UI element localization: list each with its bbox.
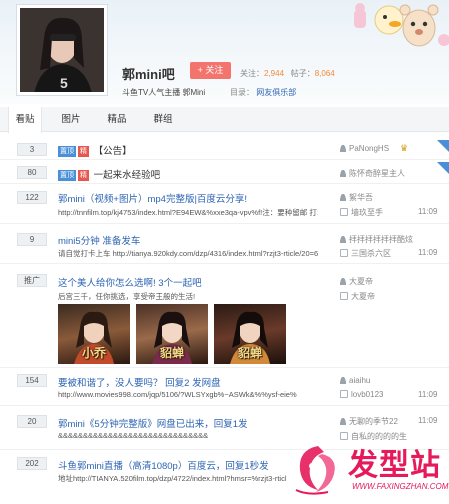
thread-title[interactable]: 一起来水经验吧 [94,170,161,181]
thread-row[interactable]: 80 置顶精 一起来水经验吧 陈怀奇醉星主人 [0,162,449,184]
game-thumbnail[interactable]: 貂蝉 [214,304,286,364]
thread-author[interactable]: 陈怀奇醉星主人 [340,168,405,179]
reply-count: 154 [17,374,47,387]
thumbnail-caption: 貂蝉 [159,346,184,360]
top-tag: 置顶 [58,146,76,157]
crown-icon: ♛ [400,143,409,153]
reply-count: 80 [17,166,47,179]
reply-count: 202 [17,457,47,470]
last-replier[interactable]: 三国杀六区 [340,248,391,259]
members-label: 关注： [240,69,264,78]
top-tag: 置顶 [58,170,76,181]
reply-count: 20 [17,415,47,428]
last-replier[interactable]: 大夏帝 [340,291,375,302]
thread-title[interactable]: 【公告】 [94,146,132,157]
thread-author[interactable]: 拝拝拝拝拝拝酷炫 [340,234,413,245]
reply-time: 11:09 [418,416,438,425]
watermark-url: WWW.FAXINGZHAN.COM [352,482,449,491]
thread-excerpt: 地址http://TIANYA.520film.top/dzp/4722/ind… [58,474,287,483]
thread-author[interactable]: aiaihu [340,376,370,385]
game-thumbnail[interactable]: 小乔 [58,304,130,364]
thread-title[interactable]: 郭mini《5分钟完整版》网盘已出来，回复1发 [58,416,248,430]
thread-author[interactable]: 无聊的季节22 [340,416,398,427]
featured-tag: 精 [78,170,89,181]
reply-count: 122 [17,191,47,204]
tab-groups[interactable]: 群组 [146,107,180,132]
last-replier[interactable]: lovb0123 [340,390,383,399]
thread-author[interactable]: 大夏帝 [340,276,373,287]
catalog-link[interactable]: 网友俱乐部 [256,88,296,97]
thumbnail-caption: 貂蝉 [237,346,262,360]
posts-label: 帖子： [290,69,315,78]
bar-avatar[interactable]: 5 [16,4,108,96]
thread-title[interactable]: mini5分钟 准备发车 [58,233,140,247]
reply-time: 11:09 [418,248,438,257]
reply-time: 11:09 [418,207,438,216]
new-corner-icon [437,140,449,152]
follow-button[interactable]: + 关注 [190,62,231,79]
thread-author[interactable]: PaNongHS [340,144,389,153]
watermark-logo-icon [295,446,335,495]
thread-row[interactable]: 154 要被和谐了，没人要吗？ 回复2 发网盘 http://www.movie… [0,370,449,406]
thread-excerpt: 后宫三千，任你挑选，享受帝王般的生活! [58,292,196,301]
thread-title[interactable]: 这个美人给你怎么选啊! 3个一起吧 [58,275,202,289]
game-thumbnail[interactable]: 貂蝉 [136,304,208,364]
cartoon-banner-illustration [354,3,449,47]
thread-row[interactable]: 3 置顶精 【公告】 PaNongHS ♛ [0,140,449,160]
posts-count: 8,064 [314,69,335,78]
new-corner-icon [437,162,449,174]
thread-excerpt: http://tnnfilm.top/kj4753/index.html?E94… [58,208,318,217]
last-replier[interactable]: 墙玖至手 [340,207,383,218]
bar-catalog: 目录： 网友俱乐部 [230,87,296,98]
avatar-photo: 5 [20,8,104,92]
catalog-label: 目录： [230,88,254,97]
thread-title[interactable]: 郭mini（视频+图片）mp4完整版|百度云分享! [58,191,247,205]
bar-tabs: 看贴 图片 精品 群组 [0,107,449,133]
reply-time: 11:09 [418,390,438,399]
members-count: 2,944 [264,69,285,78]
thread-title-row[interactable]: 置顶精 【公告】 [58,143,132,157]
featured-tag: 精 [78,146,89,157]
thread-row[interactable]: 122 郭mini（视频+图片）mp4完整版|百度云分享! http://tnn… [0,186,449,224]
watermark-brand: 发型站 [348,448,441,483]
thread-author[interactable]: 絮华吾 [340,192,373,203]
thread-title-row[interactable]: 置顶精 一起来水经验吧 [58,167,160,181]
thumbnail-caption: 小乔 [81,346,106,360]
thread-title[interactable]: 斗鱼郭mini直播（高清1080p）百度云，回复1秒发 [58,458,269,472]
bar-stats: 关注：2,944 帖子：8,064 [240,68,335,79]
thread-excerpt: 请自觉打卡上车 http://tianya.920kdy.com/dzp/431… [58,249,318,258]
promoted-badge: 推广 [17,274,47,287]
thread-title[interactable]: 要被和谐了，没人要吗？ 回复2 发网盘 [58,375,221,389]
reply-count: 9 [17,233,47,246]
tab-featured[interactable]: 精品 [100,107,134,132]
thread-excerpt: http://www.movies998.com/jqp/5106/?WLSYx… [58,390,297,399]
svg-text:5: 5 [60,75,68,91]
tab-posts[interactable]: 看贴 [8,107,42,133]
thread-excerpt: &&&&&&&&&&&&&&&&&&&&&&&&&&&&&& [58,431,209,440]
thread-row[interactable]: 9 mini5分钟 准备发车 请自觉打卡上车 http://tianya.920… [0,228,449,264]
bar-name[interactable]: 郭mini吧 [122,64,175,83]
bar-description: 斗鱼TV人气主播 郭Mini [122,88,206,97]
reply-count: 3 [17,143,47,156]
tab-images[interactable]: 图片 [56,107,86,132]
portrait-image: 5 [20,8,104,92]
